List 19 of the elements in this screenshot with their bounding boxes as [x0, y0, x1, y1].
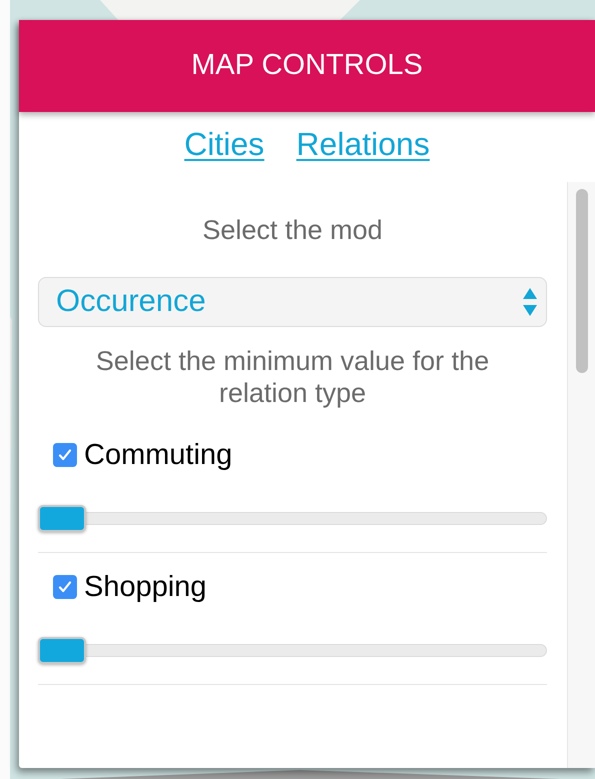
- scrollbar-thumb[interactable]: [576, 189, 588, 373]
- slider[interactable]: [38, 504, 547, 532]
- checkbox[interactable]: [53, 575, 77, 599]
- mode-prompt: Select the mod: [201, 214, 384, 247]
- checkbox-label: Commuting: [84, 440, 232, 470]
- tab-link[interactable]: Relations: [296, 128, 430, 182]
- mode-select[interactable]: Occurence: [38, 276, 547, 326]
- slider-thumb[interactable]: [38, 504, 86, 532]
- slider[interactable]: [38, 636, 547, 664]
- check-icon: [57, 447, 73, 463]
- check-icon: [57, 579, 73, 595]
- select-arrows-icon: [522, 286, 538, 318]
- slider-thumb[interactable]: [38, 636, 86, 664]
- checkbox[interactable]: [53, 443, 77, 467]
- checkbox-label: Shopping: [84, 572, 207, 602]
- scrollbar[interactable]: [567, 182, 595, 768]
- panel-title: MAP CONTROLS: [191, 48, 423, 84]
- relation-prompt: Select the minimum value for the relation type: [94, 344, 490, 408]
- tab-link[interactable]: Cities: [184, 128, 264, 182]
